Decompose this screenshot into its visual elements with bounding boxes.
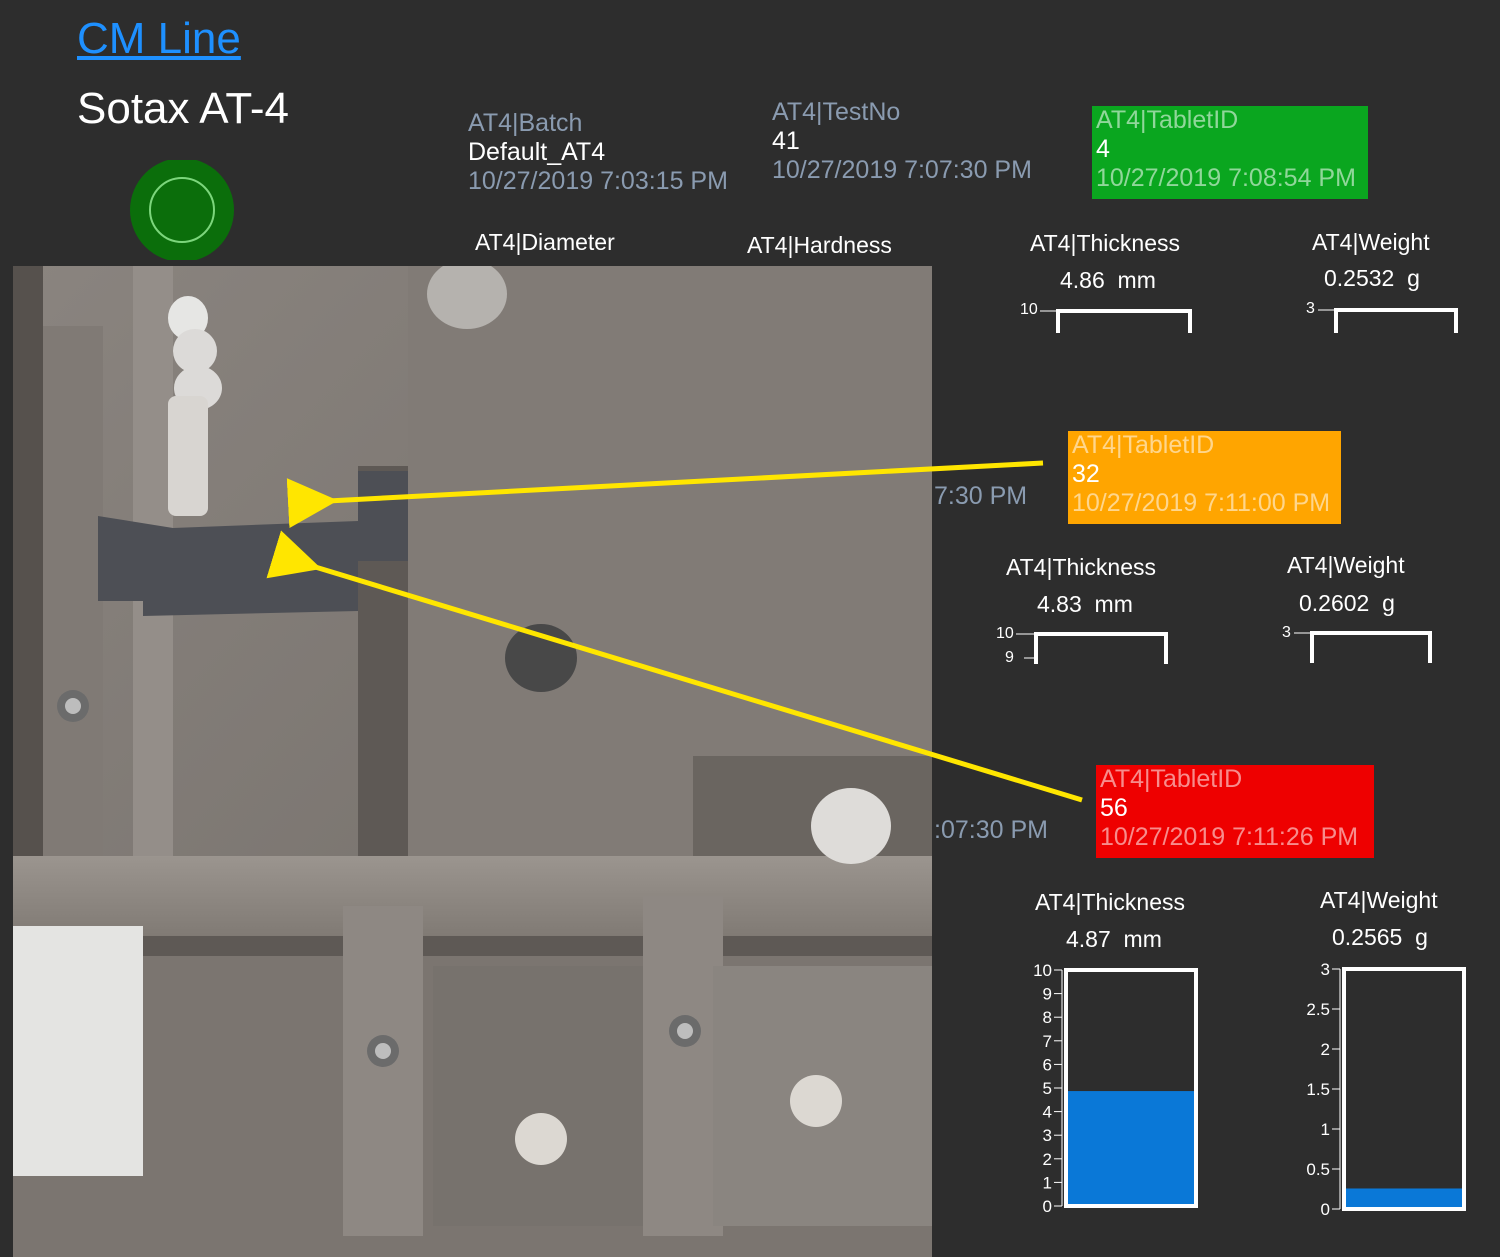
annotation-arrows xyxy=(266,460,1083,803)
arrow-red-to-flap xyxy=(266,530,1083,803)
arrow-orange-to-tablets xyxy=(286,460,1044,529)
